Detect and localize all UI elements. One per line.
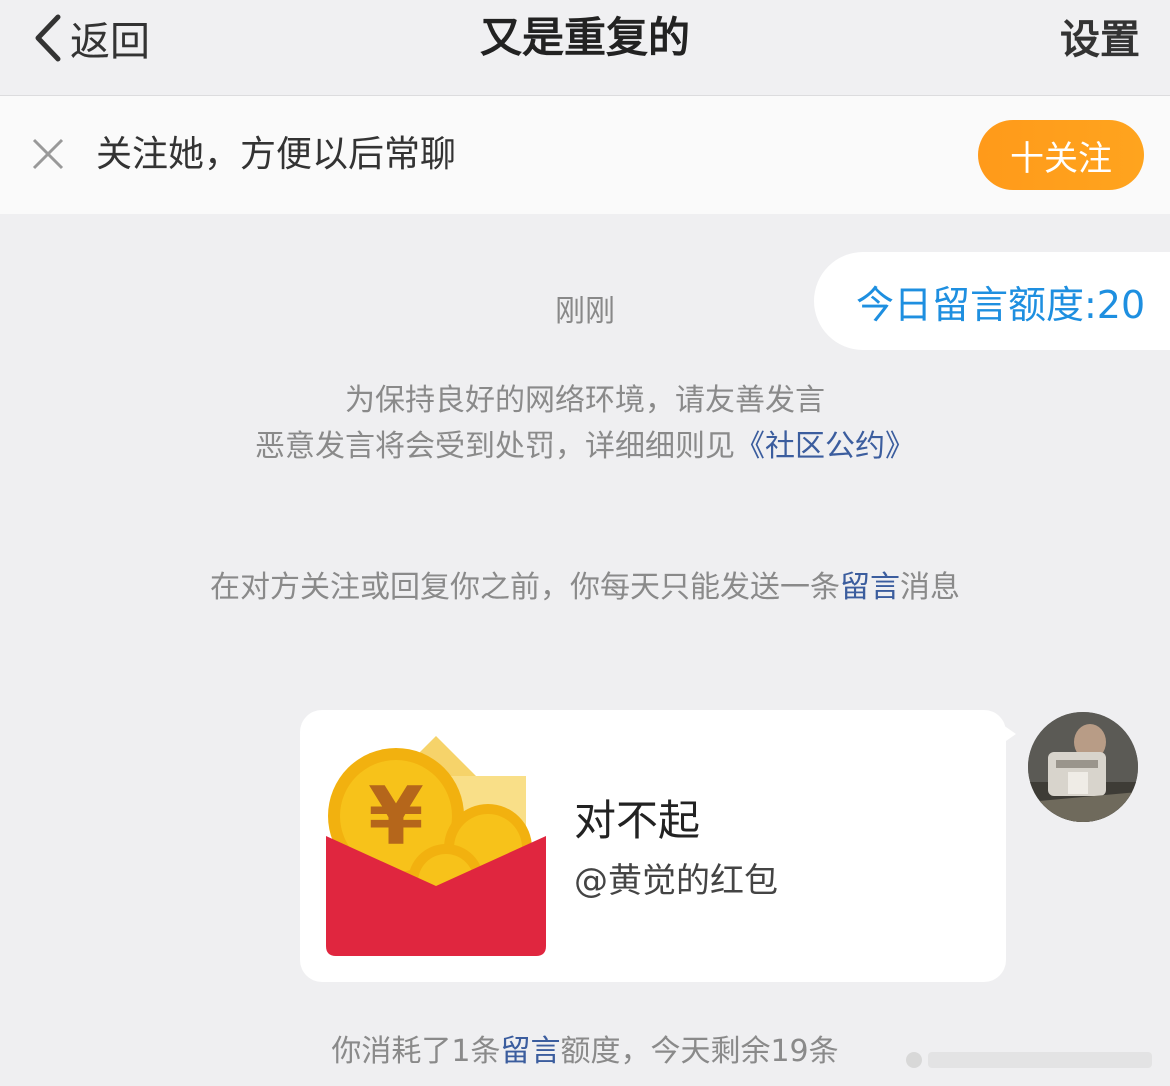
community-notice-text: 恶意发言将会受到处罚，详细细则见 (255, 429, 735, 464)
community-guidelines-link[interactable]: 《社区公约》 (735, 429, 915, 464)
follow-prompt-text: 关注她，方便以后常聊 (96, 134, 457, 175)
follow-banner: 关注她，方便以后常聊 十关注 (0, 96, 1170, 214)
consumed-suffix: 额度，今天剩余19条 (560, 1034, 839, 1069)
limit-notice-suffix: 消息 (900, 570, 960, 605)
top-nav-bar: 返回 又是重复的 设置 (0, 0, 1170, 96)
avatar-photo (1028, 712, 1138, 822)
message-limit-notice: 在对方关注或回复你之前，你每天只能发送一条留言消息 (0, 566, 1170, 610)
community-notice-line2: 恶意发言将会受到处罚，详细细则见《社区公约》 (0, 424, 1170, 470)
page-title: 又是重复的 (479, 13, 690, 62)
settings-button[interactable]: 设置 (1060, 14, 1140, 66)
avatar[interactable] (1028, 712, 1138, 822)
leave-message-link-2[interactable]: 留言 (500, 1034, 560, 1069)
message-title: 对不起 (574, 796, 701, 845)
bubble-tail (996, 720, 1016, 748)
close-icon[interactable] (30, 136, 66, 172)
limit-notice-text: 在对方关注或回复你之前，你每天只能发送一条 (210, 570, 840, 605)
follow-button[interactable]: 十关注 (978, 120, 1144, 190)
consumed-text: 你消耗了1条 (331, 1034, 501, 1069)
chat-page: 返回 又是重复的 设置 关注她，方便以后常聊 十关注 今日留言额度:20 刚刚 … (0, 0, 1170, 1086)
message-timestamp: 刚刚 (555, 294, 615, 329)
community-notice-line1: 为保持良好的网络环境，请友善发言 (345, 383, 825, 418)
svg-text:¥: ¥ (368, 770, 424, 863)
leave-message-link[interactable]: 留言 (840, 570, 900, 605)
message-subtitle: @黄觉的红包 (574, 861, 778, 901)
watermark-icon (906, 1052, 1152, 1068)
red-envelope-icon: ¥ (326, 736, 546, 956)
